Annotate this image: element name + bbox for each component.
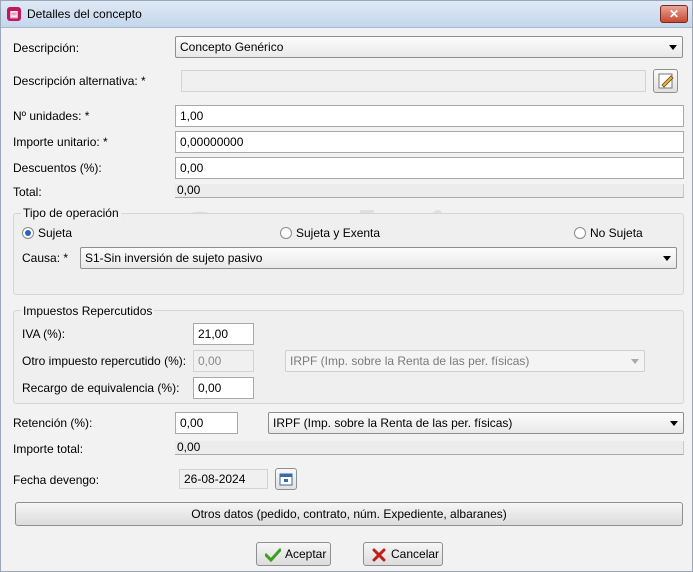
radio-sujeta-exenta-label[interactable]: Sujeta y Exenta	[296, 226, 380, 240]
dialog-window: ▤ Detalles del concepto ✕ Cantabria Diar…	[0, 0, 693, 572]
chevron-down-icon	[631, 359, 639, 364]
title-bar: ▤ Detalles del concepto ✕	[1, 1, 692, 28]
radio-sujeta-exenta[interactable]	[280, 227, 292, 239]
chevron-down-icon	[663, 256, 671, 261]
retencion-select-value: IRPF (Imp. sobre la Renta de las per. fí…	[273, 416, 513, 430]
importe-total-label: Importe total:	[13, 442, 84, 456]
edit-description-button[interactable]	[653, 69, 678, 93]
causa-label: Causa: *	[22, 251, 69, 265]
recargo-label: Recargo de equivalencia (%):	[22, 381, 180, 395]
check-icon	[265, 548, 281, 562]
impuestos-title: Impuestos Repercutidos	[21, 304, 155, 318]
unidades-field[interactable]: 1,00	[175, 105, 684, 127]
otro-impuesto-select[interactable]: IRPF (Imp. sobre la Renta de las per. fí…	[285, 350, 645, 372]
radio-sujeta[interactable]	[22, 227, 34, 239]
causa-select[interactable]: S1-Sin inversión de sujeto pasivo	[80, 247, 677, 269]
retencion-field[interactable]: 0,00	[175, 412, 238, 434]
descripcion-alt-field[interactable]	[181, 70, 646, 92]
otros-datos-button[interactable]: Otros datos (pedido, contrato, núm. Expe…	[15, 502, 683, 526]
descripcion-value: Concepto Genérico	[180, 40, 284, 54]
window-title: Detalles del concepto	[27, 7, 142, 21]
app-icon: ▤	[7, 7, 21, 21]
total-value: 0,00	[175, 184, 684, 198]
calendar-button[interactable]	[275, 468, 297, 490]
radio-no-sujeta-label[interactable]: No Sujeta	[590, 226, 643, 240]
fecha-devengo-field[interactable]: 26-08-2024	[179, 469, 268, 489]
radio-no-sujeta[interactable]	[574, 227, 586, 239]
aceptar-button[interactable]: Aceptar	[256, 542, 331, 566]
aceptar-label: Aceptar	[285, 547, 327, 561]
close-button[interactable]: ✕	[660, 5, 688, 23]
retencion-select[interactable]: IRPF (Imp. sobre la Renta de las per. fí…	[268, 412, 684, 434]
tipo-operacion-title: Tipo de operación	[21, 206, 121, 220]
importe-total-value: 0,00	[175, 441, 684, 455]
cancelar-button[interactable]: Cancelar	[363, 542, 443, 566]
unidades-label: Nº unidades: *	[13, 109, 90, 123]
recargo-field[interactable]: 0,00	[193, 377, 254, 399]
radio-sujeta-label[interactable]: Sujeta	[38, 226, 72, 240]
importe-unitario-label: Importe unitario: *	[13, 135, 108, 149]
descripcion-select[interactable]: Concepto Genérico	[175, 36, 683, 58]
descuentos-field[interactable]: 0,00	[175, 157, 684, 179]
iva-field[interactable]: 21,00	[193, 323, 254, 345]
pencil-icon	[658, 73, 674, 89]
chevron-down-icon	[670, 421, 678, 426]
otro-impuesto-select-value: IRPF (Imp. sobre la Renta de las per. fí…	[290, 354, 530, 368]
calendar-icon	[279, 473, 293, 486]
descuentos-label: Descuentos (%):	[13, 161, 102, 175]
causa-value: S1-Sin inversión de sujeto pasivo	[85, 251, 263, 265]
close-icon	[372, 548, 386, 562]
cancelar-label: Cancelar	[391, 547, 440, 561]
descripcion-alt-label: Descripción alternativa: *	[13, 74, 146, 88]
retencion-label: Retención (%):	[13, 416, 93, 430]
otro-impuesto-label: Otro impuesto repercutido (%):	[22, 354, 187, 368]
descripcion-label: Descripción:	[13, 41, 80, 55]
otro-impuesto-field[interactable]: 0,00	[193, 350, 254, 372]
importe-unitario-field[interactable]: 0,00000000	[175, 131, 684, 153]
iva-label: IVA (%):	[22, 327, 66, 341]
chevron-down-icon	[669, 45, 677, 50]
fecha-devengo-label: Fecha devengo:	[13, 473, 100, 487]
total-label: Total:	[13, 185, 42, 199]
